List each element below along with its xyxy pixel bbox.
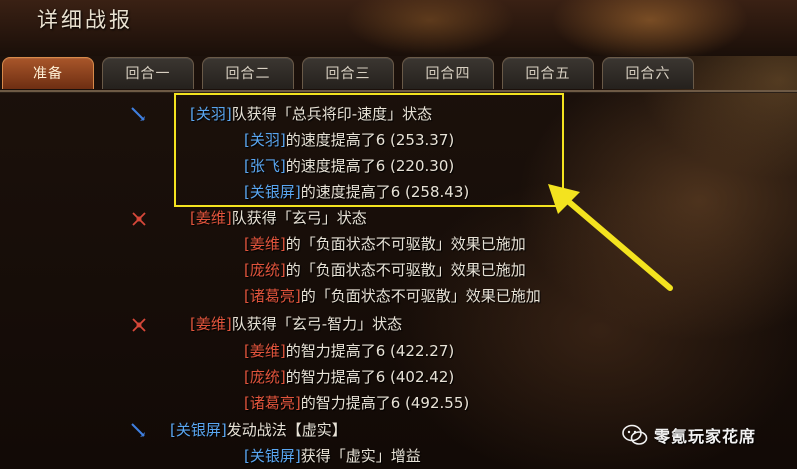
hero-name[interactable]: [庞统] [244, 368, 286, 386]
blue-spear-icon [131, 107, 145, 121]
log-line: [姜维]的智力提高了6 (422.27) [244, 338, 454, 364]
hero-name[interactable]: [姜维] [190, 209, 232, 227]
red-swords-icon [132, 212, 146, 226]
tab-round-6[interactable]: 回合六 [602, 57, 694, 89]
log-line: [关银屏]获得「虚实」增益 [244, 443, 421, 469]
tab-round-5[interactable]: 回合五 [502, 57, 594, 89]
hero-name[interactable]: [诸葛亮] [244, 287, 301, 305]
log-text: 队获得「玄弓」状态 [231, 209, 367, 227]
tab-prepare[interactable]: 准备 [2, 57, 94, 89]
log-line: [姜维]的「负面状态不可驱散」效果已施加 [244, 231, 526, 257]
tab-round-1[interactable]: 回合一 [102, 57, 194, 89]
hero-name[interactable]: [关银屏] [170, 421, 227, 439]
log-text: 的「负面状态不可驱散」效果已施加 [285, 261, 526, 279]
tab-round-4[interactable]: 回合四 [402, 57, 494, 89]
log-line: [姜维]队获得「玄弓」状态 [190, 205, 367, 231]
log-line: [姜维]队获得「玄弓-智力」状态 [190, 311, 402, 337]
log-text: 的智力提高了6 (492.55) [300, 394, 470, 412]
highlight-box [174, 93, 564, 207]
log-text: 的「负面状态不可驱散」效果已施加 [285, 235, 526, 253]
hero-name[interactable]: [关银屏] [244, 447, 301, 465]
page-title: 详细战报 [37, 8, 133, 32]
log-text: 的智力提高了6 (422.27) [285, 342, 455, 360]
log-line: [庞统]的智力提高了6 (402.42) [244, 364, 454, 390]
log-line: [诸葛亮]的智力提高了6 (492.55) [244, 390, 469, 416]
log-line: [关银屏]发动战法【虚实】 [170, 417, 347, 443]
red-swords-icon [132, 318, 146, 332]
watermark: 零氪玩家花席 [622, 420, 756, 450]
log-line: [庞统]的「负面状态不可驱散」效果已施加 [244, 257, 526, 283]
hero-name[interactable]: [诸葛亮] [244, 394, 301, 412]
watermark-text: 零氪玩家花席 [654, 427, 757, 446]
round-tabs: 准备 回合一 回合二 回合三 回合四 回合五 回合六 [0, 57, 797, 91]
log-text: 队获得「玄弓-智力」状态 [231, 315, 403, 333]
tab-round-3[interactable]: 回合三 [302, 57, 394, 89]
log-text: 的「负面状态不可驱散」效果已施加 [300, 287, 541, 305]
tab-round-2[interactable]: 回合二 [202, 57, 294, 89]
yellow-arrow-icon [548, 184, 673, 291]
hero-name[interactable]: [姜维] [190, 315, 232, 333]
hero-name[interactable]: [姜维] [244, 235, 286, 253]
log-text: 发动战法【虚实】 [226, 421, 347, 439]
wechat-icon [622, 424, 648, 445]
log-text: 获得「虚实」增益 [300, 447, 421, 465]
log-text: 的智力提高了6 (402.42) [285, 368, 455, 386]
log-line: [诸葛亮]的「负面状态不可驱散」效果已施加 [244, 283, 541, 309]
hero-name[interactable]: [庞统] [244, 261, 286, 279]
hero-name[interactable]: [姜维] [244, 342, 286, 360]
blue-spear-icon [131, 423, 145, 437]
